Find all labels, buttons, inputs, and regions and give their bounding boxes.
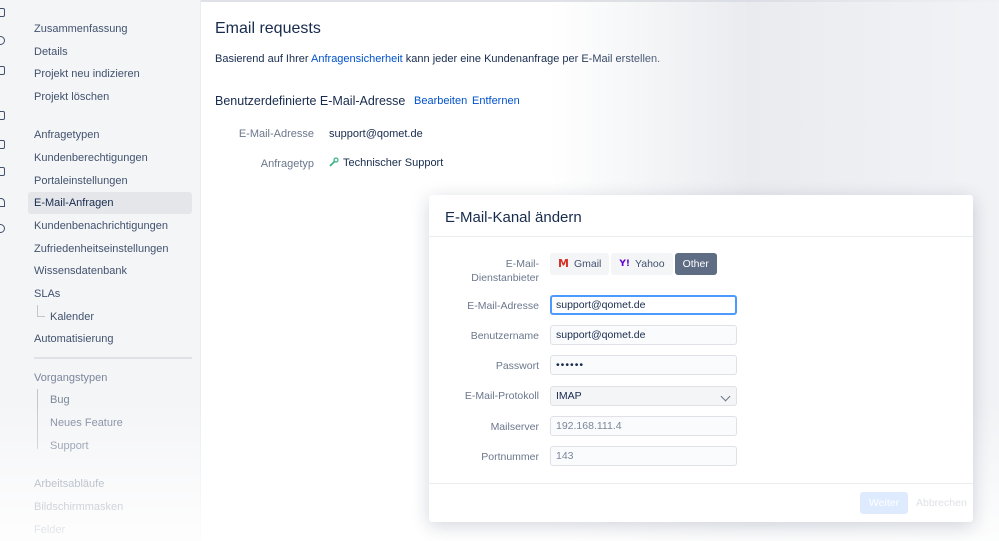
cancel-button[interactable]: Abbrechen xyxy=(916,492,967,514)
request-type-text: Technischer Support xyxy=(343,157,444,169)
sidebar-item-satisfaction-settings[interactable]: Zufriedenheitseinstellungen xyxy=(28,238,192,260)
tree-connector xyxy=(37,305,38,316)
protocol-field-label: E-Mail-Protokoll xyxy=(464,390,539,402)
icon-rail xyxy=(0,0,8,541)
reports-icon[interactable] xyxy=(0,66,5,75)
page-icon[interactable] xyxy=(0,140,5,149)
password-input[interactable]: •••••• xyxy=(550,355,737,375)
dialog-header-divider xyxy=(429,236,973,237)
sidebar-item-portal-settings[interactable]: Portaleinstellungen xyxy=(28,170,192,192)
sidebar-item-screens[interactable]: Bildschirmmasken xyxy=(28,496,192,518)
protocol-select-value: IMAP xyxy=(556,390,582,402)
sidebar-item-automation[interactable]: Automatisierung xyxy=(28,328,192,350)
header-border xyxy=(201,0,999,2)
next-button[interactable]: Weiter xyxy=(860,492,908,514)
sidebar-item-customer-permissions[interactable]: Kundenberechtigungen xyxy=(28,147,192,169)
page-title: Email requests xyxy=(215,20,321,37)
provider-other-label: Other xyxy=(682,258,709,270)
provider-other-button[interactable]: Other xyxy=(674,253,717,275)
intro-text: Basierend auf Ihrer Anfragensicherheit k… xyxy=(215,53,660,65)
provider-yahoo-button[interactable]: Y! Yahoo xyxy=(611,253,673,275)
protocol-select[interactable]: IMAP xyxy=(550,386,737,406)
wrench-icon xyxy=(329,157,339,167)
tree-connector xyxy=(37,389,38,449)
sidebar-item-fields[interactable]: Felder xyxy=(28,519,192,541)
sidebar-item-support[interactable]: Support xyxy=(44,435,192,457)
password-field-label: Passwort xyxy=(495,360,539,372)
sidebar-item-delete-project[interactable]: Projekt löschen xyxy=(28,86,192,108)
project-settings-sidebar: Zusammenfassung Details Projekt neu indi… xyxy=(8,0,201,541)
username-input[interactable]: support@qomet.de xyxy=(550,325,737,345)
request-type-label: Anfragetyp xyxy=(260,158,314,170)
dialog-footer-divider xyxy=(429,483,973,484)
remove-link[interactable]: Entfernen xyxy=(472,95,520,107)
sidebar-item-workflows[interactable]: Arbeitsabläufe xyxy=(28,473,192,495)
sidebar-item-email-requests[interactable]: E-Mail-Anfragen xyxy=(28,192,192,214)
add-item-icon[interactable] xyxy=(0,198,5,207)
sidebar-item-new-feature[interactable]: Neues Feature xyxy=(44,412,192,434)
email-address-value: support@qomet.de xyxy=(329,128,423,140)
sidebar-item-issue-types[interactable]: Vorgangstypen xyxy=(28,367,192,389)
provider-label-line-1: E-Mail- xyxy=(505,258,539,270)
request-security-link[interactable]: Anfragensicherheit xyxy=(311,53,403,65)
email-address-label: E-Mail-Adresse xyxy=(238,128,314,140)
email-channel-dialog: E-Mail-Kanal ändern E-Mail- Dienstanbiet… xyxy=(429,195,973,522)
sidebar-item-calendar[interactable]: Kalender xyxy=(44,306,192,328)
custom-email-section-title: Benutzerdefinierte E-Mail-Adresse xyxy=(215,94,406,108)
username-field-label: Benutzername xyxy=(470,330,539,342)
mail-server-field-label: Mailserver xyxy=(490,421,539,433)
email-address-input[interactable]: support@qomet.de xyxy=(550,295,737,315)
shortcut-icon[interactable] xyxy=(0,167,5,176)
email-address-field-label: E-Mail-Adresse xyxy=(467,300,539,312)
gmail-icon: M xyxy=(558,257,569,270)
mail-server-input[interactable]: 192.168.111.4 xyxy=(550,416,737,436)
sidebar-divider xyxy=(34,357,192,359)
yahoo-icon: Y! xyxy=(619,259,630,269)
provider-label-line-2: Dienstanbieter xyxy=(471,272,539,284)
provider-gmail-button[interactable]: M Gmail xyxy=(550,253,610,275)
provider-selector: M Gmail Y! Yahoo Other xyxy=(550,253,717,275)
provider-yahoo-label: Yahoo xyxy=(635,258,665,270)
intro-text-end: kann jeder eine Kundenanfrage per E-Mail… xyxy=(402,53,661,65)
sidebar-item-slas[interactable]: SLAs xyxy=(28,283,192,305)
request-type-value: Technischer Support xyxy=(329,157,443,169)
queue-icon[interactable] xyxy=(0,111,5,120)
port-field-label: Portnummer xyxy=(481,451,539,463)
sidebar-item-customer-notifications[interactable]: Kundenbenachrichtigungen xyxy=(28,215,192,237)
sidebar-item-request-types[interactable]: Anfragetypen xyxy=(28,124,192,146)
sidebar-item-reindex[interactable]: Projekt neu indizieren xyxy=(28,63,192,85)
chevron-down-icon xyxy=(720,391,731,402)
sidebar-item-details[interactable]: Details xyxy=(28,41,192,63)
sidebar-item-knowledge-base[interactable]: Wissensdatenbank xyxy=(28,260,192,282)
customers-icon[interactable] xyxy=(0,36,5,45)
intro-text-start: Basierend auf Ihrer xyxy=(215,53,312,65)
provider-gmail-label: Gmail xyxy=(573,258,602,270)
port-input[interactable]: 143 xyxy=(550,446,737,466)
board-icon[interactable] xyxy=(0,8,5,17)
help-icon[interactable] xyxy=(0,224,5,233)
dialog-title: E-Mail-Kanal ändern xyxy=(445,209,582,226)
edit-link[interactable]: Bearbeiten xyxy=(414,95,467,107)
provider-label: E-Mail- Dienstanbieter xyxy=(429,258,539,284)
sidebar-item-summary[interactable]: Zusammenfassung xyxy=(28,18,192,40)
sidebar-item-bug[interactable]: Bug xyxy=(44,389,192,411)
